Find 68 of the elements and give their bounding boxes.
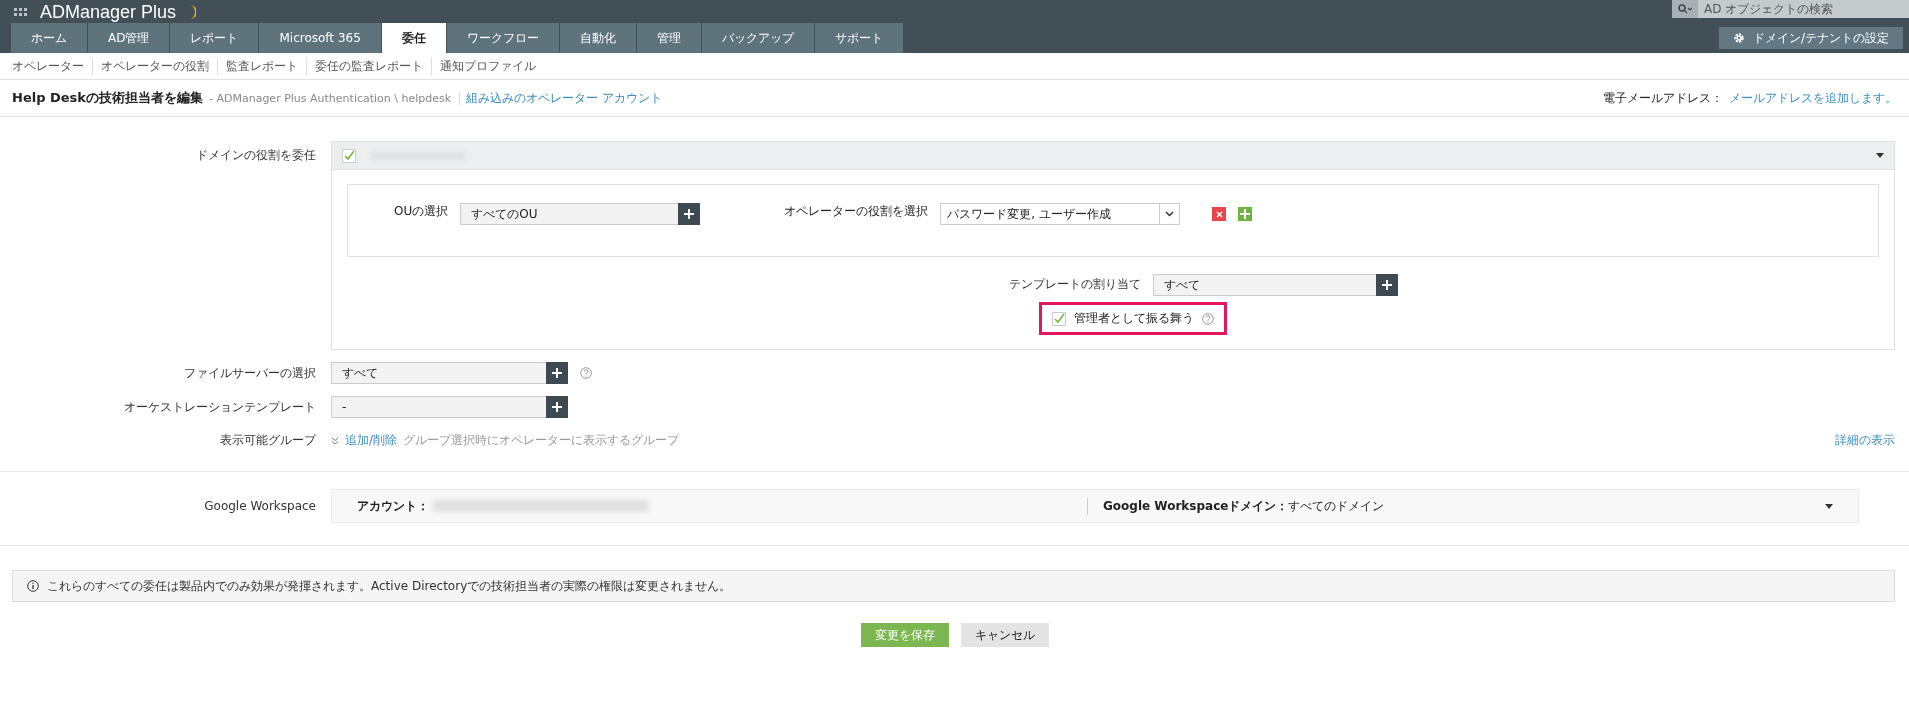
account-path: - ADManager Plus Authentication \ helpdesk — [209, 91, 461, 105]
ou-field[interactable]: すべてのOU — [460, 203, 679, 225]
search-box[interactable]: AD オブジェクトの検索 — [1672, 0, 1909, 18]
workspace-domain[interactable]: Google Workspaceドメイン：すべてのドメイン — [1103, 497, 1385, 515]
plus-icon — [1240, 209, 1251, 219]
chevron-icon — [1165, 211, 1175, 217]
settings-icon — [1732, 32, 1745, 44]
notice-text: これらのすべての委任は製品内でのみ効果が発揮されます。Active Directoryでの技術担当者の実際の権限は変更されません。 — [47, 577, 732, 595]
close-icon — [1215, 210, 1223, 218]
plus-icon — [552, 402, 562, 412]
role-select[interactable]: パスワード変更, ユーザー作成 — [940, 203, 1181, 225]
orchestration-field[interactable]: - — [331, 396, 546, 418]
field-label: ファイルサーバーの選択 — [183, 364, 316, 382]
email-label: 電子メールアドレス： — [1603, 89, 1723, 107]
show-details-link[interactable]: 詳細の表示 — [1835, 432, 1895, 449]
field-label: オペレーターの役割を選択 — [784, 203, 929, 220]
field-label: テンプレートの割り当て — [1008, 276, 1141, 293]
add-button[interactable] — [546, 396, 568, 418]
plus-icon — [684, 209, 695, 219]
search-field[interactable]: AD オブジェクトの検索 — [1698, 1, 1898, 17]
remove-button[interactable] — [1212, 207, 1227, 221]
dropdown-icon[interactable] — [1876, 153, 1884, 158]
help-icon[interactable] — [580, 367, 592, 379]
add-button[interactable] — [678, 203, 701, 225]
nav-tab[interactable]: 自動化 — [559, 23, 636, 53]
checkbox-label: 管理者として振る舞う — [1074, 310, 1194, 327]
account-label: アカウント： — [357, 497, 429, 515]
nav-tab[interactable]: バックアップ — [701, 23, 814, 53]
field-label: ドメインの役割を委任 — [195, 147, 316, 164]
template-field[interactable]: すべて — [1152, 274, 1376, 296]
nav-tab[interactable]: 管理 — [636, 23, 701, 53]
subnav-link[interactable]: 通知プロファイル — [431, 57, 544, 75]
add-button[interactable] — [1375, 274, 1398, 296]
field-label: オーケストレーションテンプレート — [123, 398, 316, 416]
add-email-link[interactable]: メールアドレスを追加します。 — [1729, 89, 1897, 107]
file-server-field[interactable]: すべて — [331, 362, 546, 384]
page-title: Help Deskの技術担当者を編集 — [12, 89, 203, 107]
subnav-link[interactable]: 委任の監査レポート — [306, 57, 431, 75]
field-label: Google Workspace — [203, 499, 316, 513]
app-logo: ADManager Plus — [40, 1, 177, 22]
dropdown-icon[interactable] — [1825, 503, 1833, 509]
nav-tab[interactable]: Microsoft 365 — [259, 23, 381, 53]
field-label: 表示可能グループ — [219, 432, 316, 449]
nav-tab[interactable]: ホーム — [11, 23, 87, 53]
search-icon — [1678, 4, 1692, 14]
info-icon — [27, 580, 39, 592]
nav-tab[interactable]: サポート — [814, 23, 903, 53]
plus-icon — [552, 368, 562, 378]
help-icon[interactable] — [1202, 312, 1214, 325]
checkbox[interactable] — [342, 148, 356, 163]
nav-tab[interactable]: AD管理 — [88, 23, 170, 53]
add-button[interactable] — [546, 362, 568, 384]
nav-tab[interactable]: 委任 — [381, 23, 446, 53]
plus-icon — [1381, 280, 1392, 290]
hint-text: グループ選択時にオペレーターに表示するグループ — [403, 432, 680, 449]
double-chevron-icon[interactable] — [331, 436, 339, 445]
nav-tab[interactable]: レポート — [170, 23, 259, 53]
nav-tab[interactable]: ワークフロー — [446, 23, 559, 53]
settings-button[interactable]: ドメイン/テナントの設定 — [1718, 27, 1903, 49]
builtin-account-link[interactable]: 組み込みのオペレーター アカウント — [466, 89, 662, 107]
field-label: OUの選択 — [394, 203, 449, 220]
subnav-link[interactable]: 監査レポート — [217, 57, 306, 75]
subnav-link[interactable]: オペレーター — [4, 57, 92, 75]
subnav-link[interactable]: オペレーターの役割 — [92, 57, 217, 75]
add-remove-link[interactable]: 追加/削除 — [345, 432, 398, 449]
cancel-button[interactable]: キャンセル — [960, 623, 1049, 647]
checkbox[interactable] — [1052, 311, 1066, 326]
app-grid-icon[interactable] — [14, 6, 28, 17]
